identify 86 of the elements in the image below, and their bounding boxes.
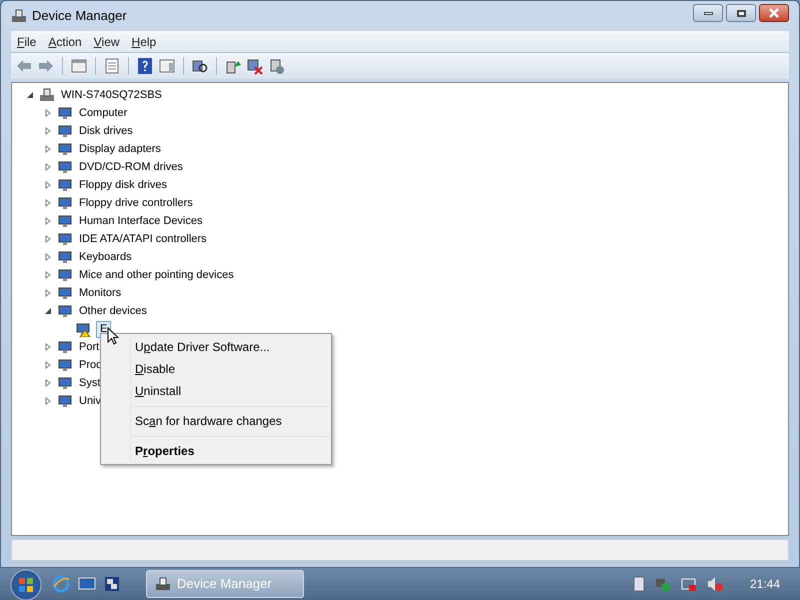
properties-icon[interactable]: [103, 57, 121, 75]
expand-arrow-icon[interactable]: [44, 163, 52, 171]
expand-arrow-icon[interactable]: [44, 379, 52, 387]
device-icon: [57, 177, 73, 193]
tree-item[interactable]: Keyboards: [78, 250, 133, 264]
tree-item[interactable]: Mice and other pointing devices: [78, 268, 235, 282]
window-title: Device Manager: [32, 7, 127, 26]
muted-speaker-icon[interactable]: [706, 576, 724, 592]
expand-arrow-icon[interactable]: [44, 217, 52, 225]
network-error-icon[interactable]: [680, 576, 698, 592]
menu-item[interactable]: Scan for hardware changes: [101, 410, 331, 432]
device-icon: [57, 285, 73, 301]
device-icon: [57, 141, 73, 157]
menu-item[interactable]: View: [88, 32, 126, 50]
tree-item[interactable]: Other devices: [78, 304, 148, 318]
collapse-arrow-icon[interactable]: [26, 91, 34, 99]
device-icon: [57, 159, 73, 175]
device-icon: [57, 231, 73, 247]
device-icon: [57, 123, 73, 139]
menu-item[interactable]: Action: [42, 32, 88, 50]
minimize-button[interactable]: [693, 4, 723, 22]
switch-windows-icon[interactable]: [104, 576, 120, 592]
device-icon: [57, 303, 73, 319]
start-button[interactable]: [8, 568, 44, 600]
action-pane-icon[interactable]: [158, 57, 176, 75]
device-icon: [57, 267, 73, 283]
tree-item[interactable]: Univ: [78, 394, 102, 408]
expand-arrow-icon[interactable]: [44, 181, 52, 189]
tree-item[interactable]: Disk drives: [78, 124, 134, 138]
device-icon: [57, 213, 73, 229]
tree-item[interactable]: Display adapters: [78, 142, 162, 156]
forward-arrow-icon[interactable]: [37, 57, 55, 75]
expand-arrow-icon[interactable]: [44, 361, 52, 369]
menu-item[interactable]: File: [11, 32, 42, 50]
menu-item[interactable]: Uninstall: [101, 380, 331, 402]
tree-item[interactable]: Floppy drive controllers: [78, 196, 194, 210]
menu-item[interactable]: Disable: [101, 358, 331, 380]
close-button[interactable]: [759, 4, 789, 22]
tree-item[interactable]: Human Interface Devices: [78, 214, 204, 228]
expand-arrow-icon[interactable]: [44, 397, 52, 405]
device-icon: [57, 105, 73, 121]
expand-arrow-icon[interactable]: [44, 289, 52, 297]
tree-item[interactable]: DVD/CD-ROM drives: [78, 160, 184, 174]
desktop-icon[interactable]: [78, 576, 96, 592]
computer-icon: [39, 87, 55, 103]
expand-arrow-icon[interactable]: [44, 109, 52, 117]
disable-device-icon[interactable]: [268, 57, 286, 75]
console-tree-icon[interactable]: [70, 57, 88, 75]
tree-item[interactable]: WIN-S740SQ72SBS: [60, 86, 163, 104]
device-icon: [57, 339, 73, 355]
maximize-icon: [736, 10, 746, 16]
notification-icon[interactable]: [632, 576, 646, 592]
close-icon: [769, 8, 779, 18]
collapse-arrow-icon[interactable]: [44, 307, 52, 315]
maximize-button[interactable]: [726, 4, 756, 22]
clock: 21:44: [750, 576, 780, 593]
browser-icon[interactable]: [52, 575, 70, 593]
device-icon: [57, 249, 73, 265]
device-icon: [57, 195, 73, 211]
device-ok-icon[interactable]: [654, 576, 672, 592]
help-icon[interactable]: [136, 57, 154, 75]
menu-item[interactable]: Help: [126, 32, 162, 50]
device-manager-icon: [155, 576, 171, 592]
tree-item[interactable]: Computer: [78, 106, 128, 120]
tree-item[interactable]: Monitors: [78, 286, 122, 300]
tree-item[interactable]: IDE ATA/ATAPI controllers: [78, 232, 208, 246]
mouse-cursor-icon: [107, 327, 119, 346]
menu-item[interactable]: Properties: [101, 440, 331, 462]
expand-arrow-icon[interactable]: [44, 145, 52, 153]
device-icon: [57, 393, 73, 409]
expand-arrow-icon[interactable]: [44, 343, 52, 351]
menu-item[interactable]: Update Driver Software...: [101, 336, 331, 358]
expand-arrow-icon[interactable]: [44, 127, 52, 135]
tree-item[interactable]: Floppy disk drives: [78, 178, 168, 192]
tree-item[interactable]: Port: [78, 340, 100, 354]
expand-arrow-icon[interactable]: [44, 199, 52, 207]
minimize-icon: [704, 12, 712, 14]
expand-arrow-icon[interactable]: [44, 253, 52, 261]
expand-arrow-icon[interactable]: [44, 235, 52, 243]
device-icon: [57, 375, 73, 391]
device-manager-icon: [11, 8, 27, 24]
expand-arrow-icon[interactable]: [44, 271, 52, 279]
warning-device-icon: [75, 321, 91, 337]
device-icon: [57, 357, 73, 373]
uninstall-icon[interactable]: [246, 57, 264, 75]
tree-item[interactable]: Syst: [78, 376, 102, 390]
